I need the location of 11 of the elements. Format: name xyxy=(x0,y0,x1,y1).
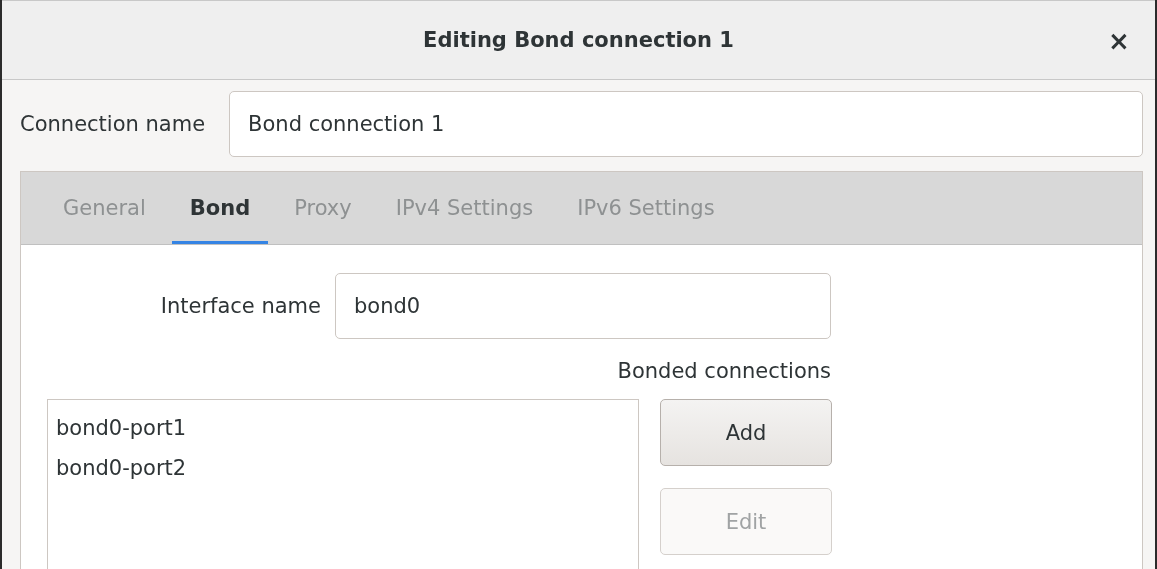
connection-name-field[interactable]: Bond connection 1 xyxy=(229,91,1143,157)
list-item[interactable]: bond0-port1 xyxy=(48,410,638,450)
add-button[interactable]: Add xyxy=(660,399,832,466)
interface-name-field[interactable]: bond0 xyxy=(335,273,831,339)
tab[interactable]: Bond xyxy=(171,172,269,244)
list-item[interactable]: bond0-port2 xyxy=(48,450,638,490)
window-title: Editing Bond connection 1 xyxy=(423,28,734,52)
field-label: Interface name xyxy=(160,294,321,318)
close-button[interactable]: × xyxy=(1101,23,1137,59)
field-label: Connection name xyxy=(20,112,206,136)
section-label: Bonded connections xyxy=(617,359,831,383)
